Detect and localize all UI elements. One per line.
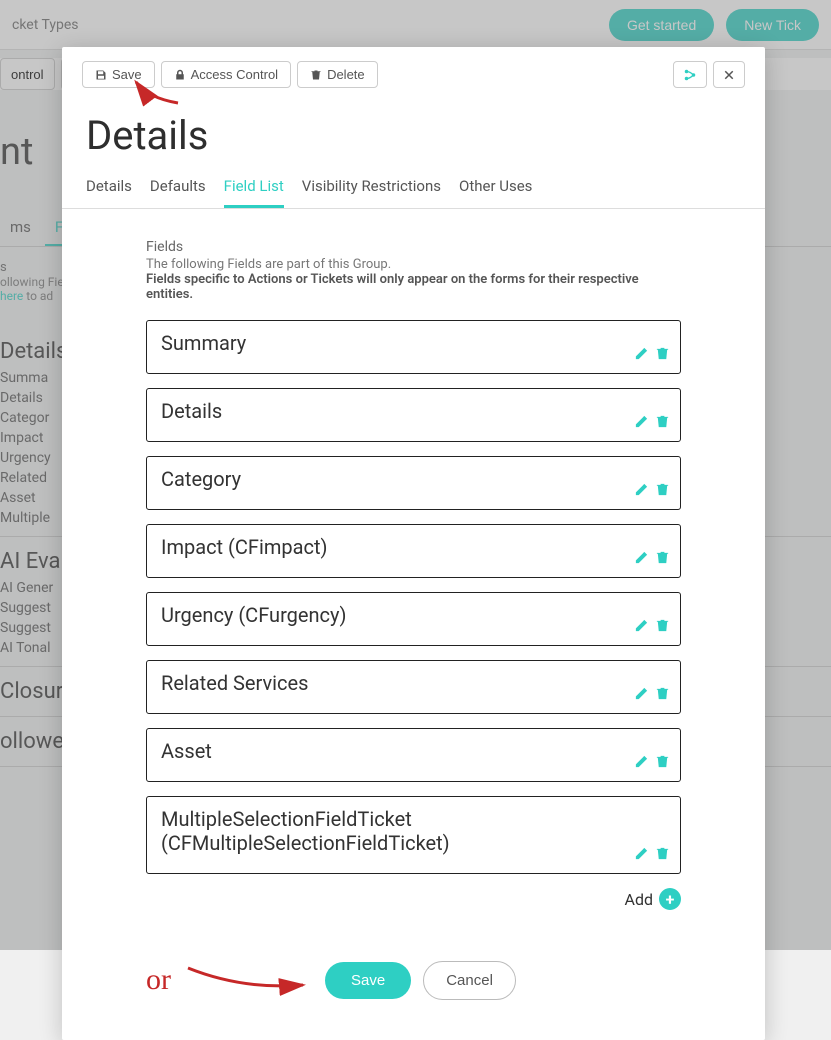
tab-other-uses[interactable]: Other Uses: [459, 169, 532, 208]
field-actions: [634, 846, 670, 861]
lock-icon: [174, 69, 186, 81]
delete-button[interactable]: Delete: [297, 61, 378, 88]
field-row[interactable]: Asset: [146, 728, 681, 782]
field-row[interactable]: Summary: [146, 320, 681, 374]
details-modal: Save Access Control Delete Details Detai…: [62, 47, 765, 1040]
field-row[interactable]: Related Services: [146, 660, 681, 714]
field-name: Urgency (CFurgency): [161, 603, 666, 627]
fields-note: Fields specific to Actions or Tickets wi…: [146, 272, 681, 302]
save-button[interactable]: Save: [82, 61, 155, 88]
field-name: Asset: [161, 739, 666, 763]
field-list: Summary Details Category Impact (CFimpact) U…: [146, 320, 681, 874]
save-button-label: Save: [112, 67, 142, 82]
delete-field-icon[interactable]: [655, 414, 670, 429]
access-control-button[interactable]: Access Control: [161, 61, 291, 88]
modal-footer: or Save Cancel: [62, 920, 765, 1000]
field-row[interactable]: Impact (CFimpact): [146, 524, 681, 578]
field-name: MultipleSelectionFieldTicket (CFMultiple…: [161, 807, 666, 855]
field-name: Summary: [161, 331, 666, 355]
merge-icon: [683, 68, 697, 82]
field-actions: [634, 618, 670, 633]
delete-field-icon[interactable]: [655, 686, 670, 701]
edit-icon[interactable]: [634, 618, 649, 633]
field-row[interactable]: Details: [146, 388, 681, 442]
footer-save-button[interactable]: Save: [325, 962, 411, 999]
field-actions: [634, 414, 670, 429]
field-actions: [634, 482, 670, 497]
merge-button[interactable]: [673, 61, 707, 88]
field-actions: [634, 686, 670, 701]
close-button[interactable]: [713, 61, 745, 88]
field-row[interactable]: Category: [146, 456, 681, 510]
field-name: Impact (CFimpact): [161, 535, 666, 559]
trash-icon: [310, 69, 322, 81]
access-control-label: Access Control: [191, 67, 278, 82]
modal-body: Fields The following Fields are part of …: [62, 209, 765, 920]
delete-field-icon[interactable]: [655, 346, 670, 361]
edit-icon[interactable]: [634, 754, 649, 769]
modal-tabs: Details Defaults Field List Visibility R…: [62, 169, 765, 209]
field-name: Category: [161, 467, 666, 491]
delete-field-icon[interactable]: [655, 482, 670, 497]
fields-heading: Fields: [146, 239, 681, 255]
plus-icon[interactable]: +: [659, 888, 681, 910]
annotation-or: or: [146, 963, 171, 997]
save-icon: [95, 69, 107, 81]
close-icon: [723, 69, 735, 81]
field-row[interactable]: MultipleSelectionFieldTicket (CFMultiple…: [146, 796, 681, 874]
modal-title: Details: [62, 98, 765, 169]
fields-description: The following Fields are part of this Gr…: [146, 257, 681, 272]
add-label: Add: [625, 890, 653, 909]
edit-icon[interactable]: [634, 550, 649, 565]
tab-defaults[interactable]: Defaults: [150, 169, 206, 208]
add-field-row[interactable]: Add +: [146, 888, 681, 910]
edit-icon[interactable]: [634, 482, 649, 497]
delete-field-icon[interactable]: [655, 550, 670, 565]
delete-button-label: Delete: [327, 67, 365, 82]
tab-visibility[interactable]: Visibility Restrictions: [302, 169, 441, 208]
field-row[interactable]: Urgency (CFurgency): [146, 592, 681, 646]
modal-toolbar: Save Access Control Delete: [62, 47, 765, 98]
edit-icon[interactable]: [634, 846, 649, 861]
delete-field-icon[interactable]: [655, 618, 670, 633]
field-name: Related Services: [161, 671, 666, 695]
footer-cancel-button[interactable]: Cancel: [423, 961, 516, 1000]
arrow-to-save-icon: [183, 960, 313, 1000]
field-name: Details: [161, 399, 666, 423]
delete-field-icon[interactable]: [655, 754, 670, 769]
tab-details[interactable]: Details: [86, 169, 132, 208]
delete-field-icon[interactable]: [655, 846, 670, 861]
field-actions: [634, 550, 670, 565]
edit-icon[interactable]: [634, 346, 649, 361]
tab-field-list[interactable]: Field List: [224, 169, 284, 208]
field-actions: [634, 346, 670, 361]
edit-icon[interactable]: [634, 414, 649, 429]
field-actions: [634, 754, 670, 769]
edit-icon[interactable]: [634, 686, 649, 701]
